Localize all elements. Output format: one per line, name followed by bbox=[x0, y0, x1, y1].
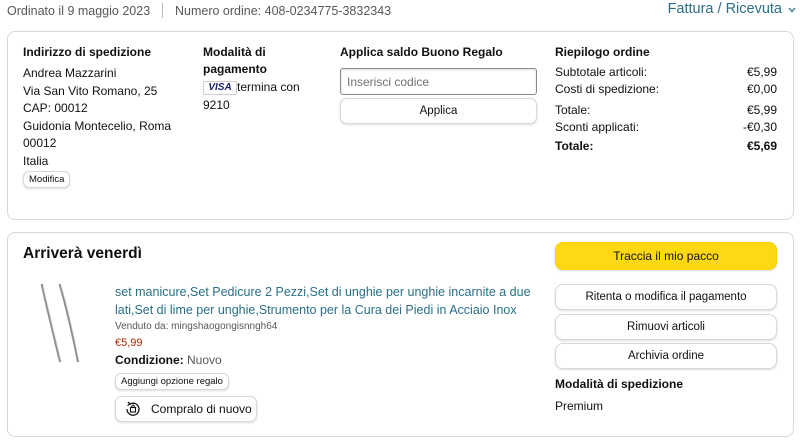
payment-title-line1: Modalità di bbox=[203, 45, 266, 59]
product-price: €5,99 bbox=[115, 337, 143, 349]
add-gift-option-button[interactable]: Aggiungi opzione regalo bbox=[115, 373, 229, 390]
payment-title-line2: pagamento bbox=[203, 62, 268, 76]
product-image[interactable] bbox=[30, 283, 92, 365]
archive-order-button[interactable]: Archivia ordine bbox=[555, 343, 777, 369]
buy-again-icon bbox=[126, 401, 140, 416]
chevron-down-icon[interactable] bbox=[788, 6, 796, 14]
summary-label: Costi di spedizione: bbox=[555, 82, 660, 96]
summary-value: -€0,30 bbox=[742, 120, 777, 134]
order-date: Ordinato il 9 maggio 2023 bbox=[7, 4, 151, 18]
summary-value: €5,99 bbox=[746, 65, 777, 79]
order-info-card: Indirizzo di spedizione Andrea Mazzarini… bbox=[7, 31, 794, 220]
address-line: CAP: 00012 bbox=[23, 101, 88, 115]
buy-again-button[interactable]: Compralo di nuovo bbox=[115, 396, 257, 422]
card-last4: 9210 bbox=[203, 98, 230, 112]
summary-total-value: €5,69 bbox=[746, 139, 777, 153]
card-ending-text: termina con bbox=[237, 80, 300, 94]
header-divider bbox=[162, 3, 163, 18]
order-header: Ordinato il 9 maggio 2023 Numero ordine:… bbox=[0, 0, 800, 24]
address-line: Via San Vito Romano, 25 bbox=[23, 83, 158, 98]
retry-payment-button[interactable]: Ritenta o modifica il pagamento bbox=[555, 284, 777, 310]
track-package-button[interactable]: Traccia il mio pacco bbox=[555, 242, 777, 270]
buy-again-label: Compralo di nuovo bbox=[151, 402, 252, 416]
shipment-card: Arriverà venerdì set manicure,Set Pedicu… bbox=[7, 232, 794, 437]
summary-label: Totale: bbox=[555, 103, 591, 117]
invoice-link[interactable]: Fattura / Ricevuta bbox=[668, 1, 782, 17]
seller-info: Venduto da: mingshaogongisnngh64 bbox=[115, 321, 278, 332]
visa-card-icon: VISA bbox=[203, 81, 237, 95]
condition-label: Condizione: bbox=[115, 353, 184, 367]
order-number: Numero ordine: 408-0234775-3832343 bbox=[175, 4, 392, 18]
address-line: Italia bbox=[23, 153, 49, 168]
edit-address-button[interactable]: Modifica bbox=[23, 171, 71, 188]
summary-value: €0,00 bbox=[746, 82, 777, 96]
product-condition: Condizione: Nuovo bbox=[115, 353, 222, 367]
gift-card-title: Applica saldo Buono Regalo bbox=[340, 45, 503, 59]
shipping-method-value: Premium bbox=[555, 399, 604, 413]
summary-value: €5,99 bbox=[746, 103, 777, 117]
arrival-status: Arriverà venerdì bbox=[23, 245, 142, 262]
address-line: Andrea Mazzarini bbox=[23, 66, 117, 80]
remove-items-button[interactable]: Rimuovi articoli bbox=[555, 314, 777, 340]
shipping-address-title: Indirizzo di spedizione bbox=[23, 45, 152, 59]
address-line: Guidonia Montecelio, Roma bbox=[23, 118, 172, 133]
shipping-method-title: Modalità di spedizione bbox=[555, 377, 684, 391]
condition-value: Nuovo bbox=[187, 353, 222, 367]
summary-label: Sconti applicati: bbox=[555, 120, 640, 134]
product-title-link[interactable]: set manicure,Set Pedicure 2 Pezzi,Set di… bbox=[115, 284, 535, 319]
order-summary-title: Riepilogo ordine bbox=[555, 45, 650, 59]
summary-total-label: Totale: bbox=[555, 139, 594, 153]
address-line: 00012 bbox=[23, 136, 57, 150]
gift-code-input[interactable] bbox=[340, 68, 537, 95]
summary-label: Subtotale articoli: bbox=[555, 65, 648, 79]
apply-gift-button[interactable]: Applica bbox=[340, 98, 537, 124]
